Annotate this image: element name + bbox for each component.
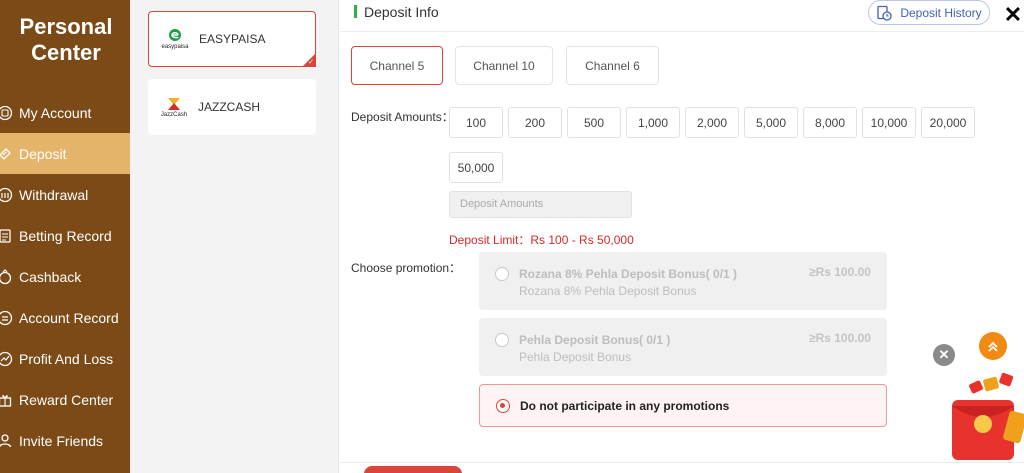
deposit-limit-text: Deposit Limit：Rs 100 - Rs 50,000 [449,233,634,247]
red-envelope-gift-icon[interactable] [946,372,1024,473]
deposit-main: Deposit Info Deposit History ✕ Channel 5… [340,0,1024,473]
sidebar-item-label: Invite Friends [19,432,104,449]
account-record-icon [0,309,14,327]
payment-method-label: JAZZCASH [198,100,261,114]
sidebar-item-label: Deposit [19,145,67,162]
sidebar-item-deposit[interactable]: Deposit [0,133,130,174]
sidebar-title: Personal Center [19,14,113,65]
sidebar-item-label: Account Record [19,309,119,326]
sidebar-item-cashback[interactable]: Cashback [0,256,130,297]
withdrawal-icon [0,186,14,204]
sidebar-item-label: My Account [19,104,92,121]
account-icon [0,104,14,122]
sidebar-item-reward-center[interactable]: Reward Center [0,379,130,420]
amount-option[interactable]: 5,000 [744,107,798,138]
channel-10-button[interactable]: Channel 10 [455,46,553,85]
promotion-min-amount: ≥Rs 100.00 [809,331,871,345]
sidebar-item-my-account[interactable]: My Account [0,92,130,133]
amount-option[interactable]: 2,000 [685,107,739,138]
sidebar-item-betting-record[interactable]: Betting Record [0,215,130,256]
amount-option[interactable]: 200 [508,107,562,138]
jazzcash-logo: JazzCash [158,90,190,124]
channel-6-button[interactable]: Channel 6 [566,46,659,85]
header-accent-bar [354,5,357,18]
scroll-top-icon[interactable] [979,332,1007,360]
history-icon [877,5,892,21]
invite-icon [0,432,14,450]
deposit-history-button[interactable]: Deposit History [868,0,990,25]
amount-option[interactable]: 50,000 [449,152,503,183]
promotion-min-amount: ≥Rs 100.00 [809,265,871,279]
profit-loss-icon [0,350,14,368]
sidebar-item-label: Cashback [19,268,82,285]
promotion-option-none[interactable]: Do not participate in any promotions [479,384,887,427]
page-title: Deposit Info [364,4,439,20]
sidebar-item-account-record[interactable]: Account Record [0,297,130,338]
close-float-icon[interactable]: ✕ [933,344,955,366]
sidebar-item-profit-loss[interactable]: Profit And Loss [0,338,130,379]
promotion-title: Rozana 8% Pehla Deposit Bonus( 0/1 ) [519,267,738,281]
deposit-amounts-label: Deposit Amounts： [351,110,454,124]
promotion-option-rozana[interactable]: Rozana 8% Pehla Deposit Bonus( 0/1 ) Roz… [479,252,887,310]
promotion-radio-selected[interactable] [496,399,510,413]
amount-option[interactable]: 10,000 [862,107,916,138]
sidebar-item-label: Profit And Loss [19,350,114,367]
payment-method-label: EASYPAISA [199,32,266,46]
sidebar-item-withdrawal[interactable]: Withdrawal [0,174,130,215]
deposit-header: Deposit Info Deposit History ✕ [340,0,1024,32]
promotion-radio[interactable] [495,267,509,281]
sidebar-item-label: Withdrawal [19,186,89,203]
cashback-icon [0,268,14,286]
sidebar-item-invite-friends[interactable]: Invite Friends [0,420,130,461]
promotion-radio[interactable] [495,333,509,347]
payment-method-jazzcash[interactable]: JazzCash JAZZCASH [148,79,316,135]
payment-method-easypaisa[interactable]: easypaisa EASYPAISA ✓ [148,11,316,67]
deposit-amount-input[interactable]: Deposit Amounts [449,191,632,218]
choose-promotion-label: Choose promotion： [351,261,462,275]
deposit-history-label: Deposit History [900,5,982,20]
amount-option[interactable]: 1,000 [626,107,680,138]
amount-option[interactable]: 500 [567,107,621,138]
promotion-title: Pehla Deposit Bonus( 0/1 ) [519,333,671,347]
amount-option[interactable]: 20,000 [921,107,975,138]
submit-button[interactable] [364,466,462,473]
close-icon[interactable]: ✕ [1002,4,1024,26]
footer-divider [340,462,1024,463]
amount-option[interactable]: 100 [449,107,503,138]
easypaisa-logo: easypaisa [159,22,191,56]
channel-5-button[interactable]: Channel 5 [351,46,443,85]
promotion-title: Do not participate in any promotions [520,399,730,413]
deposit-icon [0,145,14,163]
sidebar: Personal Center My Account Deposit Withd… [0,0,130,473]
promotion-subtitle: Rozana 8% Pehla Deposit Bonus [519,284,697,298]
betting-record-icon [0,227,14,245]
check-icon: ✓ [308,59,314,66]
reward-icon [0,391,14,409]
sidebar-item-label: Betting Record [19,227,112,244]
sidebar-item-label: Reward Center [19,391,114,408]
promotion-option-pehla[interactable]: Pehla Deposit Bonus( 0/1 ) Pehla Deposit… [479,318,887,376]
promotion-subtitle: Pehla Deposit Bonus [519,350,632,364]
amount-option[interactable]: 8,000 [803,107,857,138]
sidebar-nav: My Account Deposit Withdrawal Betting Re… [0,92,130,461]
payment-method-panel: easypaisa EASYPAISA ✓ JazzCash JAZZCASH [130,0,339,473]
